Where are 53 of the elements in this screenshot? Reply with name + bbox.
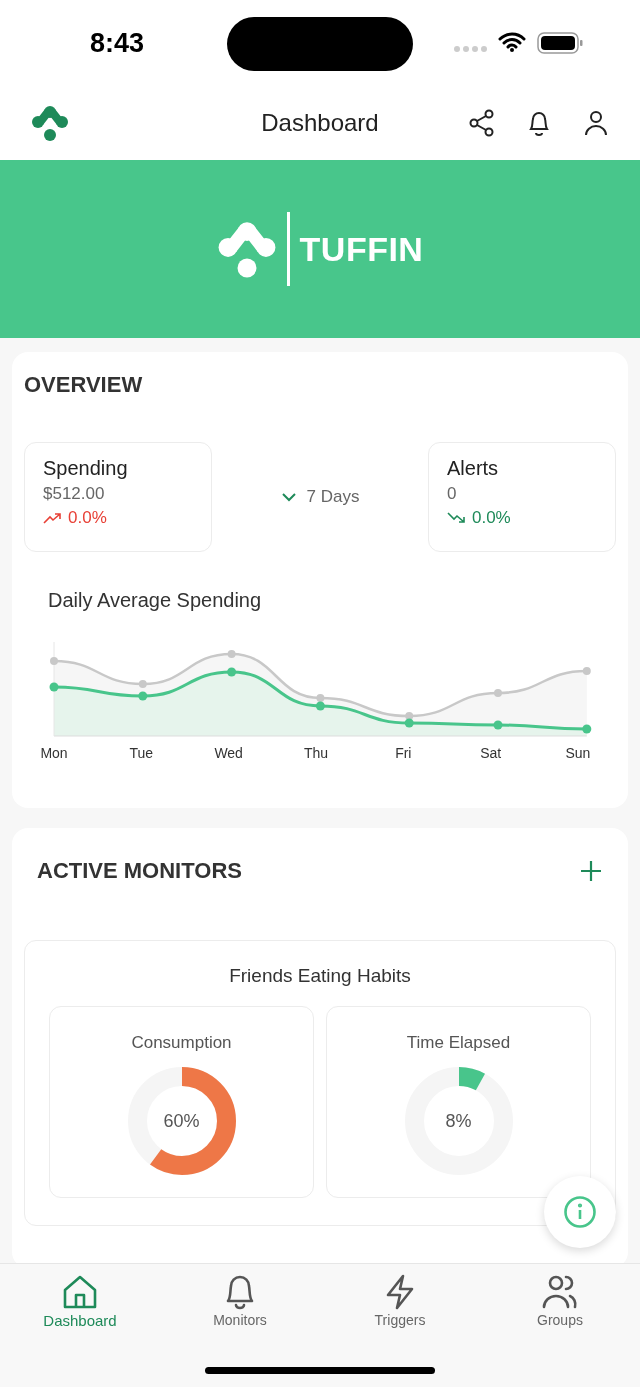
battery-icon [537,32,583,54]
period-dropdown[interactable]: 7 Days [276,483,364,511]
info-icon [563,1195,597,1229]
data-point [50,657,58,665]
data-point [582,667,591,675]
logo-icon[interactable] [31,104,69,141]
gauge-label: Consumption [131,1033,232,1053]
stat-label: Alerts [447,457,500,480]
tab-item[interactable]: Monitors [160,1264,320,1344]
data-point [227,667,237,677]
data-point [227,650,236,658]
gauge-reading: 60% [163,1110,200,1132]
logo-icon [216,219,277,279]
data-point [494,689,502,697]
axis-label: Sun [564,745,592,761]
monitor-title: Friends Eating Habits [229,965,411,987]
brand-name: TUFFIN [299,229,424,269]
add-icon[interactable] [580,860,602,882]
page-title: Dashboard [261,108,379,137]
status-time: 8:43 [90,28,145,59]
trend-up-icon [43,512,63,524]
axis-label: Fri [394,745,413,761]
trend-down-icon [447,512,467,524]
axis-label: Tue [128,745,155,761]
data-point [493,720,503,730]
stat-change: 0.0% [68,508,107,528]
tab-item[interactable]: Groups [480,1264,640,1344]
wifi-icon [498,32,526,52]
data-point [315,701,325,711]
signal-icon [454,46,488,52]
chevron-down-icon [280,492,297,502]
section-title: ACTIVE MONITORS [37,858,242,884]
stat-change: 0.0% [472,508,511,528]
data-point [138,691,148,701]
axis-label: Wed [213,745,244,761]
axis-label: Thu [302,745,330,761]
stat-value: 0 [447,484,458,504]
tab-item[interactable]: Triggers [320,1264,480,1344]
data-point [582,724,592,734]
axis-label: Sat [479,745,503,761]
data-point [404,718,414,728]
stat-label: Spending [43,457,129,480]
axis-label: Mon [39,745,69,761]
chart-title: Daily Average Spending [48,589,263,612]
data-point [49,682,59,692]
share-icon[interactable] [468,108,496,137]
stat-value: $512.00 [43,484,106,504]
tab-item[interactable]: Dashboard [0,1264,160,1344]
gauge-label: Time Elapsed [406,1033,511,1053]
gauge-reading: 8% [445,1110,472,1132]
profile-icon[interactable] [582,108,610,137]
section-title: OVERVIEW [24,372,144,398]
data-point [138,680,147,688]
